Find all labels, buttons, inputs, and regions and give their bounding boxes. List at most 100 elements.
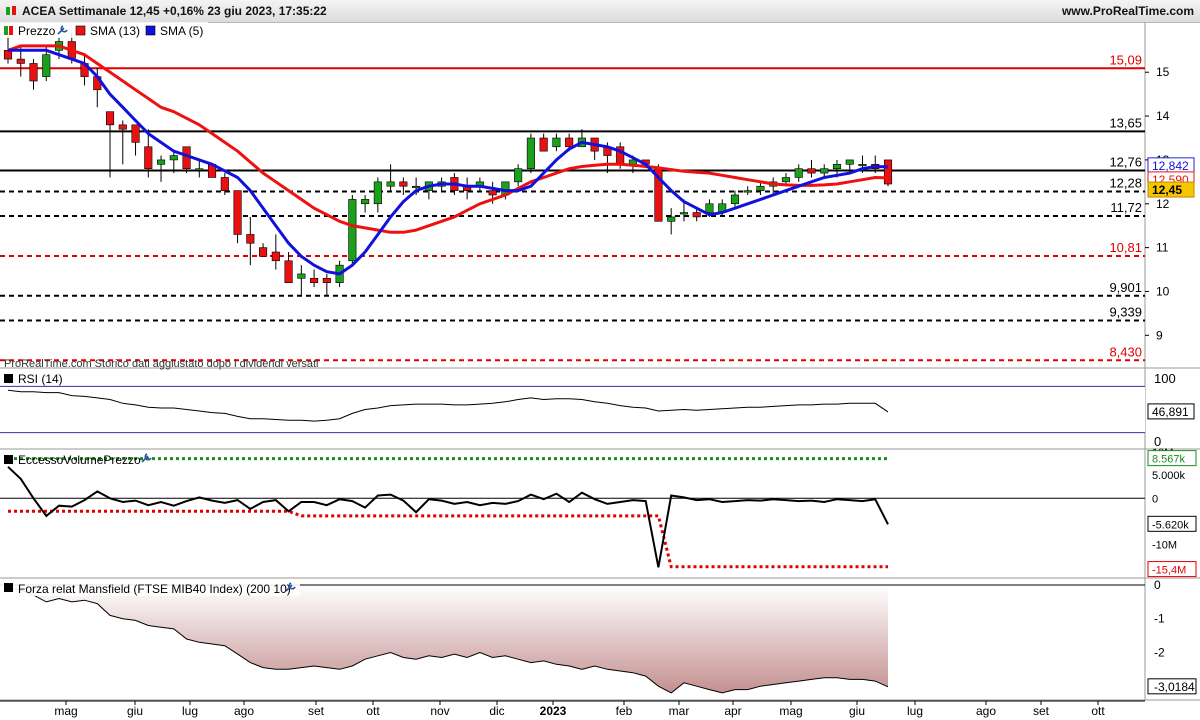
x-axis-bg [0, 701, 1200, 720]
price-tick-label: 14 [1156, 109, 1170, 123]
x-axis-label: lug [182, 704, 198, 718]
mansfield-area [8, 585, 888, 693]
evp-label: EccessoVolumePrezzo [18, 453, 141, 467]
candle-body [29, 63, 38, 82]
level-label-5: 10,81 [1109, 240, 1142, 255]
rsi-top-tick: 100 [1154, 371, 1176, 386]
x-axis-label: giu [127, 704, 143, 718]
sma5-last-value: 12,842 [1152, 159, 1189, 173]
mansfield-legend-swatch [4, 583, 13, 592]
rsi-legend-swatch [4, 374, 13, 383]
x-axis-label: ott [1091, 704, 1105, 718]
evp-lower-band [8, 509, 888, 569]
level-label-4: 11,72 [1110, 200, 1142, 215]
level-label-6: 9,901 [1109, 280, 1142, 295]
chart-area[interactable]: 15,09 13,65 12,76 12,28 11,72 10,81 9,901 9,339… [0, 0, 1200, 720]
candle-body [845, 159, 854, 165]
mansfield-tick-label: -2 [1154, 645, 1165, 659]
x-axis-label: ago [976, 704, 996, 718]
x-axis-label: 2023 [540, 704, 567, 718]
candle-body [195, 168, 204, 171]
candle-body [361, 199, 370, 205]
candle-body [105, 111, 115, 126]
price-tick-label: 15 [1156, 65, 1170, 79]
rsi-band [0, 386, 1145, 433]
candle-body [348, 199, 357, 262]
candle-body [246, 234, 255, 244]
price-tick-label: 9 [1156, 328, 1163, 342]
mansfield-tick-label: 0 [1154, 578, 1161, 592]
candle-body [118, 124, 127, 130]
evp-wrench-icon[interactable] [141, 453, 152, 463]
level-label-0: 15,09 [1109, 52, 1142, 67]
x-axis-label: mag [54, 704, 77, 718]
evp-tick-label: 5.000k [1152, 470, 1186, 482]
candle-body [679, 212, 688, 215]
candle-body [807, 168, 816, 174]
watermark: ProRealTime.com Storico dati aggiustato … [4, 358, 318, 370]
price-tick-label: 10 [1156, 284, 1170, 298]
evp-tick-label: -10M [1152, 540, 1177, 552]
candle-body [233, 190, 242, 235]
candle-body [781, 177, 791, 183]
evp-tick-label: 0 [1152, 493, 1158, 505]
candle-body [756, 185, 765, 191]
price-legend-icon [9, 26, 13, 35]
candle-body [373, 181, 382, 205]
candle-body [794, 168, 803, 178]
legend-swatch-sma5 [145, 25, 156, 36]
level-label-7: 9,339 [1109, 304, 1142, 319]
x-axis-label: set [308, 704, 325, 718]
candle-body [131, 124, 140, 143]
x-axis-label: giu [849, 704, 865, 718]
legend-price: Prezzo [18, 24, 56, 38]
candle-body [169, 155, 178, 161]
candle-body [552, 137, 561, 148]
candle-body [883, 159, 893, 185]
mansfield-label: Forza relat Mansfield (FTSE MIB40 Index)… [18, 582, 291, 596]
candle-body [526, 137, 535, 169]
candle-body [16, 58, 25, 64]
legend-sma13: SMA (13) [90, 24, 140, 38]
x-axis-label: ott [366, 704, 380, 718]
evp-legend-swatch [4, 455, 13, 464]
candle-body [565, 137, 574, 148]
candle-body [144, 146, 153, 169]
legend-sma5: SMA (5) [160, 24, 203, 38]
legend-swatch-sma13 [75, 25, 86, 36]
level-label-3: 12,28 [1109, 175, 1142, 190]
mansfield-tick-label: -3,0184 [1154, 680, 1195, 694]
evp-upper-value: 8.567k [1152, 454, 1186, 466]
level-label-8: 8,430 [1109, 344, 1142, 359]
rsi-label: RSI (14) [18, 372, 63, 386]
candle-body [399, 181, 408, 187]
evp-tick-label: -15,4M [1152, 565, 1186, 577]
candle-body [667, 216, 676, 222]
evp-tick-label: -5.620k [1152, 519, 1189, 531]
x-axis-label: mar [669, 704, 690, 718]
candle-body [858, 164, 867, 167]
candle-body [820, 168, 829, 174]
candle-body [156, 159, 166, 165]
x-axis-label: nov [430, 704, 449, 718]
candle-body [743, 190, 752, 193]
candle-body [692, 212, 701, 218]
level-label-1: 13,65 [1109, 115, 1142, 130]
candle-body [705, 203, 714, 213]
candle-body [730, 194, 740, 205]
candle-body [412, 185, 421, 189]
candle-body [832, 164, 842, 169]
x-axis-label: lug [907, 704, 923, 718]
candle-body [271, 251, 280, 262]
price-legend-icon [4, 26, 8, 35]
last-price-value: 12,45 [1152, 183, 1182, 197]
candle-body [220, 177, 229, 191]
level-label-2: 12,76 [1109, 154, 1142, 169]
candle-body [42, 54, 51, 77]
candle-body [297, 273, 306, 279]
candle-body [310, 278, 319, 283]
x-axis-label: dic [489, 704, 504, 718]
x-axis-label: feb [616, 704, 633, 718]
sma13-line [7, 44, 889, 234]
candle-body [514, 168, 523, 183]
